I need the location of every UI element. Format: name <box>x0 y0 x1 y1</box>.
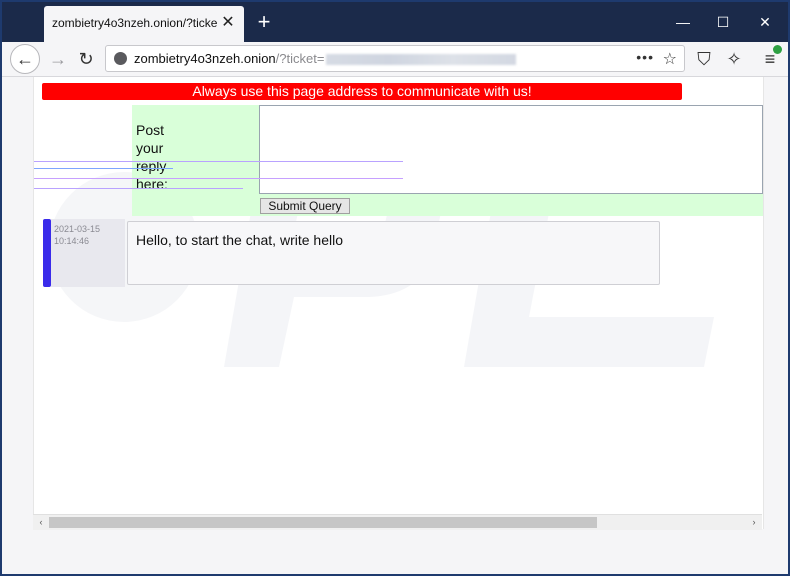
active-tab[interactable]: zombietry4o3nzeh.onion/?ticket=0 ✕ <box>44 6 244 42</box>
maximize-icon[interactable]: ☐ <box>708 10 738 34</box>
scroll-left-icon[interactable]: ‹ <box>33 515 49 530</box>
tab-strip: zombietry4o3nzeh.onion/?ticket=0 ✕ + — ☐… <box>2 2 788 42</box>
site-info-icon[interactable] <box>114 52 127 65</box>
menu-icon[interactable]: ≡ <box>756 45 784 72</box>
reply-textarea[interactable] <box>259 105 763 194</box>
bookmark-star-icon[interactable]: ☆ <box>663 49 677 69</box>
message-bubble: Hello, to start the chat, write hello <box>127 221 660 285</box>
clean-icon[interactable]: ✧ <box>720 46 748 72</box>
reply-label: Post your reply here: <box>136 122 168 192</box>
close-window-icon[interactable]: ✕ <box>750 10 780 34</box>
minimize-icon[interactable]: — <box>668 10 698 34</box>
page-content: Always use this page address to communic… <box>33 77 764 529</box>
notice-banner: Always use this page address to communic… <box>42 83 682 100</box>
horizontal-scrollbar[interactable]: ‹ › <box>33 514 762 530</box>
browser-window: zombietry4o3nzeh.onion/?ticket=0 ✕ + — ☐… <box>0 0 790 576</box>
address-bar[interactable]: zombietry4o3nzeh.onion/?ticket= ••• ☆ <box>105 45 685 72</box>
url-host: zombietry4o3nzeh.onion <box>134 51 276 66</box>
submit-button[interactable]: Submit Query <box>260 198 350 214</box>
reload-icon[interactable]: ↻ <box>72 46 100 72</box>
scroll-right-icon[interactable]: › <box>746 515 762 530</box>
address-text: zombietry4o3nzeh.onion/?ticket= <box>134 51 517 66</box>
message-accent <box>43 219 51 287</box>
shield-icon[interactable]: ⛉ <box>690 46 718 72</box>
tab-title: zombietry4o3nzeh.onion/?ticket=0 <box>52 16 217 30</box>
new-tab-icon[interactable]: + <box>252 10 276 34</box>
close-tab-icon[interactable]: ✕ <box>218 13 238 33</box>
update-badge-icon <box>773 45 782 54</box>
scrollbar-thumb[interactable] <box>49 517 597 528</box>
message-text: Hello, to start the chat, write hello <box>136 232 343 248</box>
back-icon[interactable]: ← <box>10 44 40 74</box>
nav-bar: ← → ↻ zombietry4o3nzeh.onion/?ticket= ••… <box>2 42 788 77</box>
url-redacted <box>326 54 517 66</box>
url-path: /?ticket= <box>275 51 325 66</box>
message-timestamp: 2021-03-15 10:14:46 <box>54 223 124 247</box>
page-actions-icon[interactable]: ••• <box>636 49 654 65</box>
message-date: 2021-03-15 <box>54 224 101 234</box>
forward-icon[interactable]: → <box>44 46 72 72</box>
message-time: 10:14:46 <box>54 236 90 246</box>
